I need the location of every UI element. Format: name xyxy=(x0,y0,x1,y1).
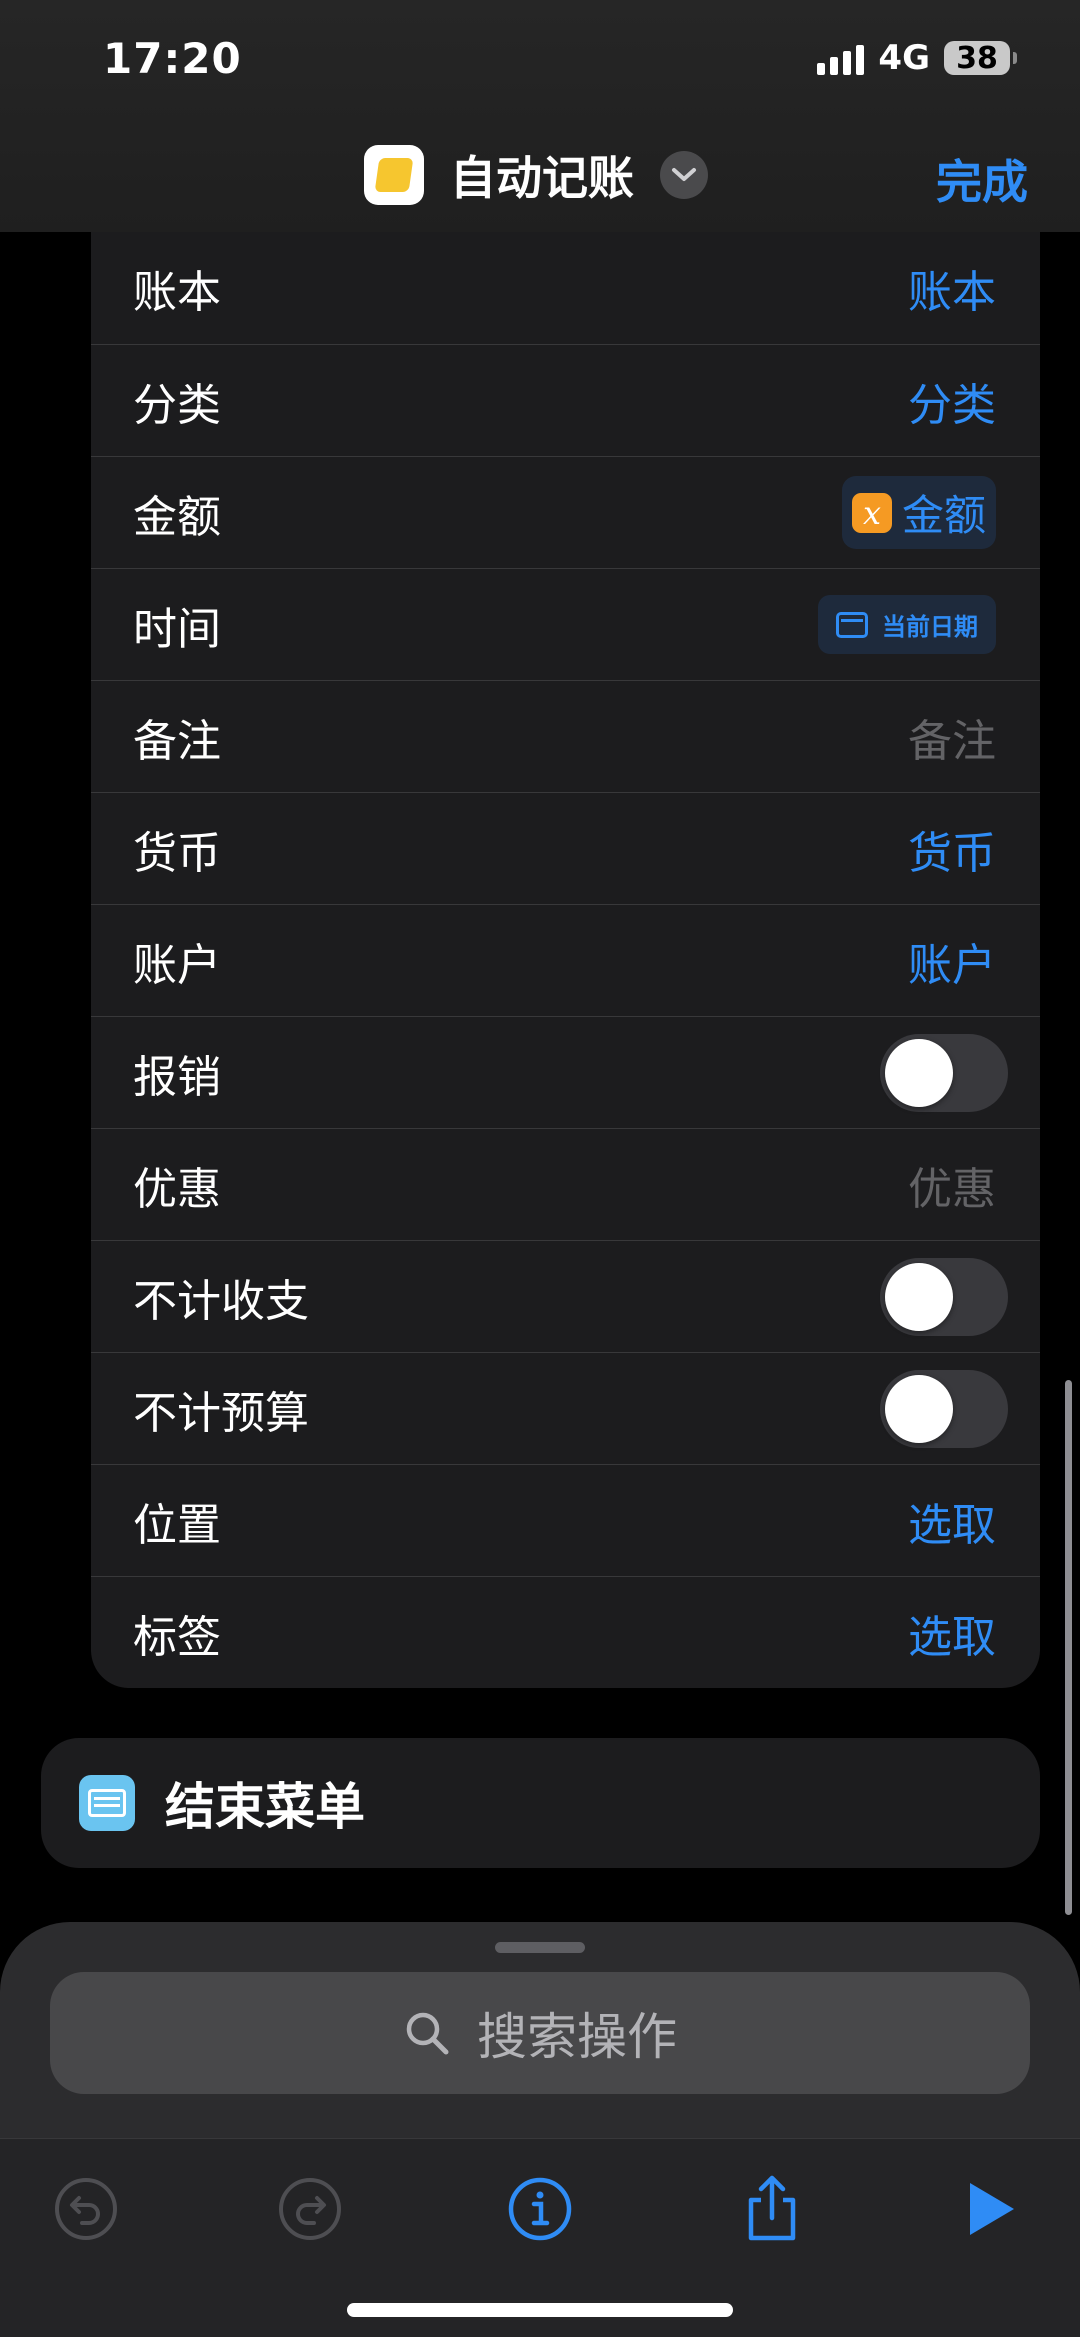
row-label: 账户 xyxy=(133,939,221,991)
row-value[interactable]: 货币 xyxy=(908,817,996,881)
row-note[interactable]: 备注 备注 xyxy=(91,680,1040,792)
row-currency[interactable]: 货币 货币 xyxy=(91,792,1040,904)
home-indicator[interactable] xyxy=(347,2303,733,2317)
end-menu-action[interactable]: 结束菜单 xyxy=(41,1738,1040,1868)
row-label: 货币 xyxy=(133,827,221,879)
parameter-list: 账本 账本 分类 分类 金额 x 金额 时间 当前日期 备注 备注 货币 货币 … xyxy=(91,232,1040,1688)
row-label: 优惠 xyxy=(133,1163,221,1215)
row-exclude-budget: 不计预算 xyxy=(91,1352,1040,1464)
row-label: 金额 xyxy=(133,491,221,543)
row-label: 备注 xyxy=(133,715,221,767)
action-sheet: 搜索操作 xyxy=(0,1922,1080,2337)
row-discount[interactable]: 优惠 优惠 xyxy=(91,1128,1040,1240)
shortcut-title[interactable]: 自动记账 xyxy=(364,142,708,208)
variable-label: 金额 xyxy=(901,491,986,540)
location-select[interactable]: 选取 xyxy=(908,1489,996,1553)
row-tags[interactable]: 标签 选取 xyxy=(91,1576,1040,1688)
nav-title: 自动记账 xyxy=(450,151,634,205)
redo-icon[interactable] xyxy=(270,2169,350,2249)
discount-field[interactable]: 优惠 xyxy=(908,1153,996,1217)
done-button[interactable]: 完成 xyxy=(936,146,1028,212)
row-label: 分类 xyxy=(133,379,221,431)
search-input[interactable]: 搜索操作 xyxy=(50,1972,1030,2094)
row-label: 位置 xyxy=(133,1499,221,1551)
exclude-income-expense-toggle[interactable] xyxy=(880,1257,1008,1336)
search-placeholder: 搜索操作 xyxy=(477,2008,677,2066)
row-value[interactable]: 分类 xyxy=(908,369,996,433)
reimburse-toggle[interactable] xyxy=(880,1033,1008,1112)
tags-select[interactable]: 选取 xyxy=(908,1601,996,1665)
calendar-icon xyxy=(836,611,868,638)
sheet-grabber[interactable] xyxy=(495,1942,585,1953)
row-account[interactable]: 账户 账户 xyxy=(91,904,1040,1016)
row-label: 标签 xyxy=(133,1611,221,1663)
variable-icon: x xyxy=(851,492,892,533)
battery-icon: 38 xyxy=(944,41,1017,76)
row-value[interactable]: 账户 xyxy=(908,929,996,993)
chevron-down-icon[interactable] xyxy=(660,151,708,199)
menu-icon xyxy=(79,1775,135,1831)
date-pill[interactable]: 当前日期 xyxy=(818,595,996,654)
row-reimburse: 报销 xyxy=(91,1016,1040,1128)
status-indicators: 4G 38 xyxy=(817,38,1017,78)
row-label: 报销 xyxy=(133,1051,221,1103)
row-label: 时间 xyxy=(133,603,221,655)
undo-icon[interactable] xyxy=(46,2169,126,2249)
row-time[interactable]: 时间 当前日期 xyxy=(91,568,1040,680)
play-icon[interactable] xyxy=(950,2169,1030,2249)
row-ledger[interactable]: 账本 账本 xyxy=(91,232,1040,344)
end-menu-label: 结束菜单 xyxy=(165,1778,365,1836)
share-icon[interactable] xyxy=(732,2169,812,2249)
row-label: 不计预算 xyxy=(133,1387,309,1439)
search-icon xyxy=(406,2012,449,2055)
date-label: 当前日期 xyxy=(882,613,978,641)
row-location[interactable]: 位置 选取 xyxy=(91,1464,1040,1576)
row-label: 账本 xyxy=(133,267,221,318)
row-label: 不计收支 xyxy=(133,1275,309,1327)
status-time: 17:20 xyxy=(103,34,242,83)
row-value[interactable]: 账本 xyxy=(908,256,996,320)
row-category[interactable]: 分类 分类 xyxy=(91,344,1040,456)
top-bar: 17:20 4G 38 自动记账 完成 xyxy=(0,0,1080,232)
network-type: 4G xyxy=(878,38,930,78)
row-amount[interactable]: 金额 x 金额 xyxy=(91,456,1040,568)
row-exclude-income-expense: 不计收支 xyxy=(91,1240,1040,1352)
note-field[interactable]: 备注 xyxy=(908,705,996,769)
scrollbar[interactable] xyxy=(1065,1380,1072,1915)
variable-pill[interactable]: x 金额 xyxy=(841,476,996,549)
exclude-budget-toggle[interactable] xyxy=(880,1369,1008,1448)
info-icon[interactable] xyxy=(500,2169,580,2249)
signal-icon xyxy=(817,41,865,75)
app-icon xyxy=(364,145,424,205)
